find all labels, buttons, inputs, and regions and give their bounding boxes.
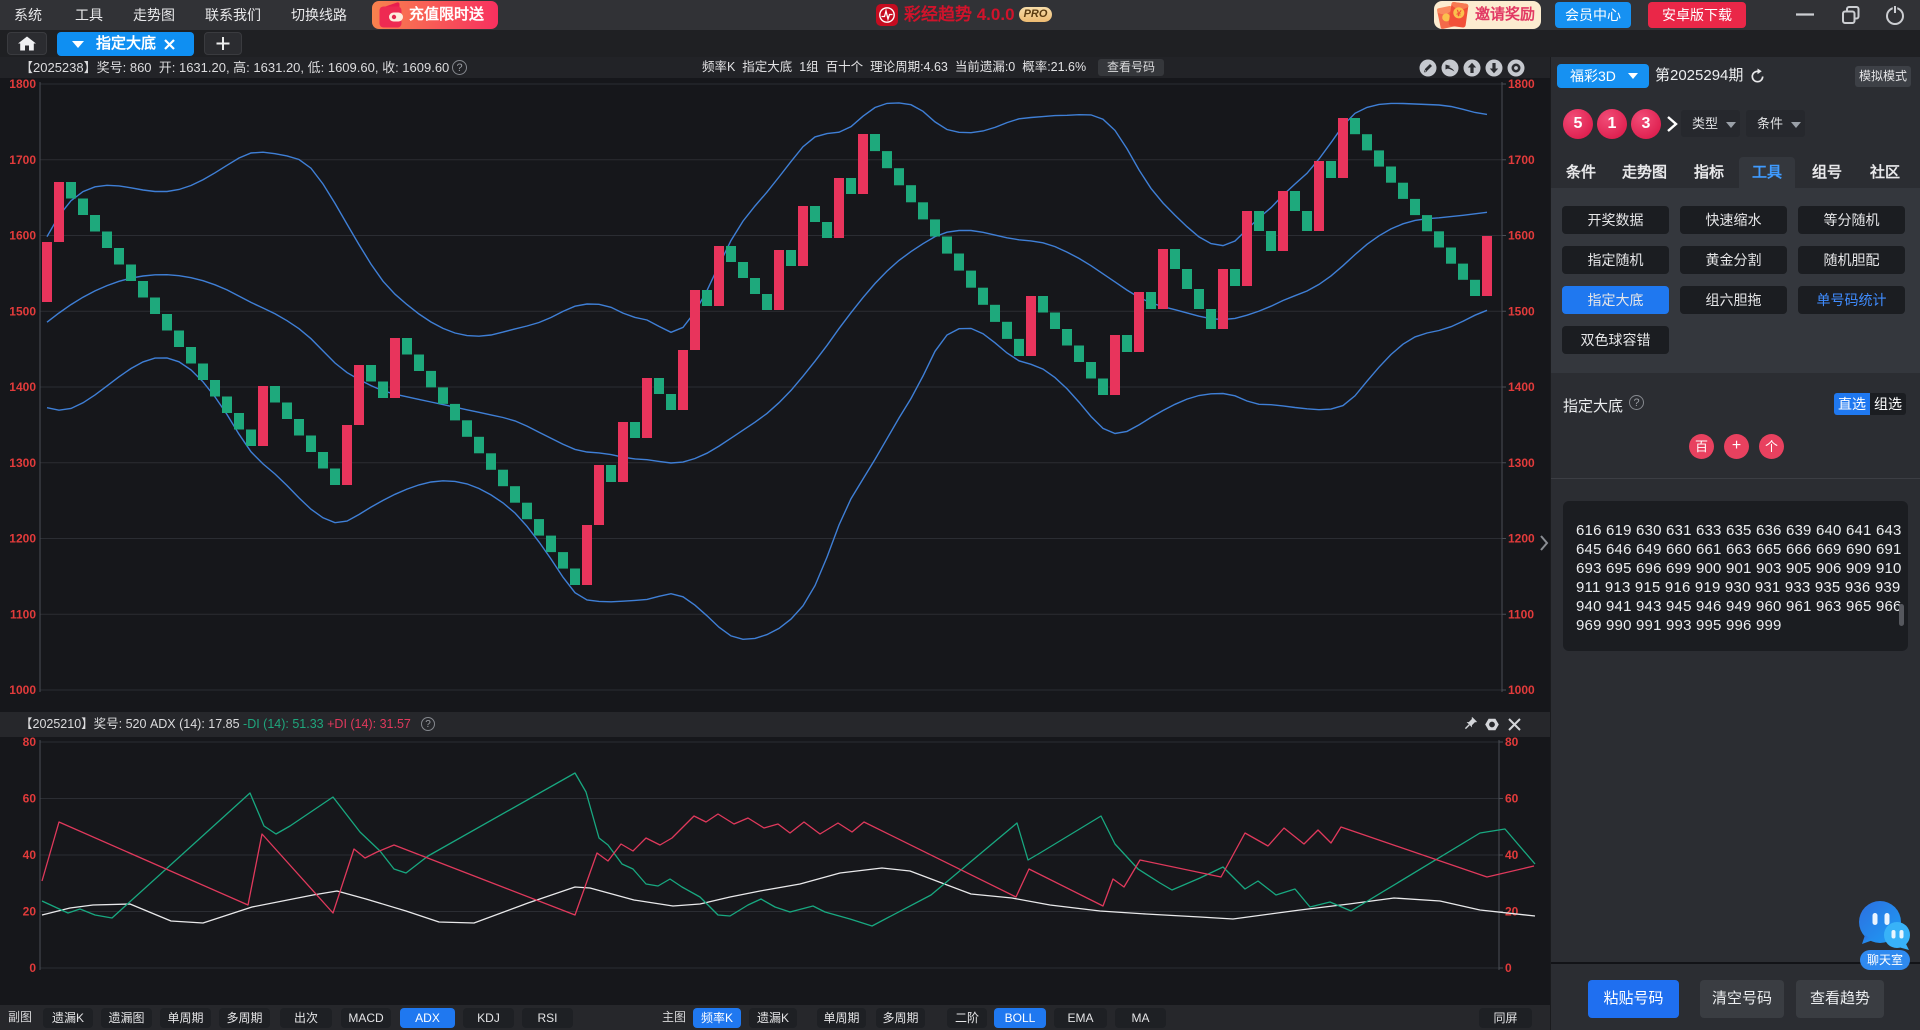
svg-text:1100: 1100 — [1508, 607, 1534, 621]
svg-text:1600: 1600 — [1508, 229, 1535, 243]
svg-text:1100: 1100 — [10, 607, 36, 621]
svg-text:60: 60 — [1505, 792, 1519, 806]
svg-text:1300: 1300 — [9, 456, 36, 470]
svg-text:20: 20 — [1505, 905, 1519, 919]
svg-text:1500: 1500 — [9, 304, 36, 318]
svg-text:1700: 1700 — [1508, 153, 1535, 167]
svg-text:1800: 1800 — [1508, 78, 1535, 91]
svg-text:1800: 1800 — [9, 78, 36, 91]
svg-text:1200: 1200 — [1508, 532, 1535, 546]
svg-text:1000: 1000 — [9, 683, 36, 697]
svg-text:1300: 1300 — [1508, 456, 1535, 470]
svg-text:0: 0 — [1505, 961, 1512, 975]
svg-text:0: 0 — [29, 961, 36, 975]
svg-text:1700: 1700 — [9, 153, 36, 167]
svg-text:80: 80 — [1505, 737, 1519, 749]
svg-text:1400: 1400 — [9, 380, 36, 394]
svg-text:20: 20 — [23, 905, 37, 919]
svg-text:60: 60 — [23, 792, 37, 806]
svg-text:1500: 1500 — [1508, 304, 1535, 318]
svg-text:1200: 1200 — [9, 532, 36, 546]
svg-text:40: 40 — [1505, 848, 1519, 862]
svg-text:40: 40 — [23, 848, 37, 862]
svg-text:80: 80 — [23, 737, 37, 749]
svg-text:1400: 1400 — [1508, 380, 1535, 394]
svg-text:1000: 1000 — [1508, 683, 1535, 697]
svg-text:1600: 1600 — [9, 229, 36, 243]
